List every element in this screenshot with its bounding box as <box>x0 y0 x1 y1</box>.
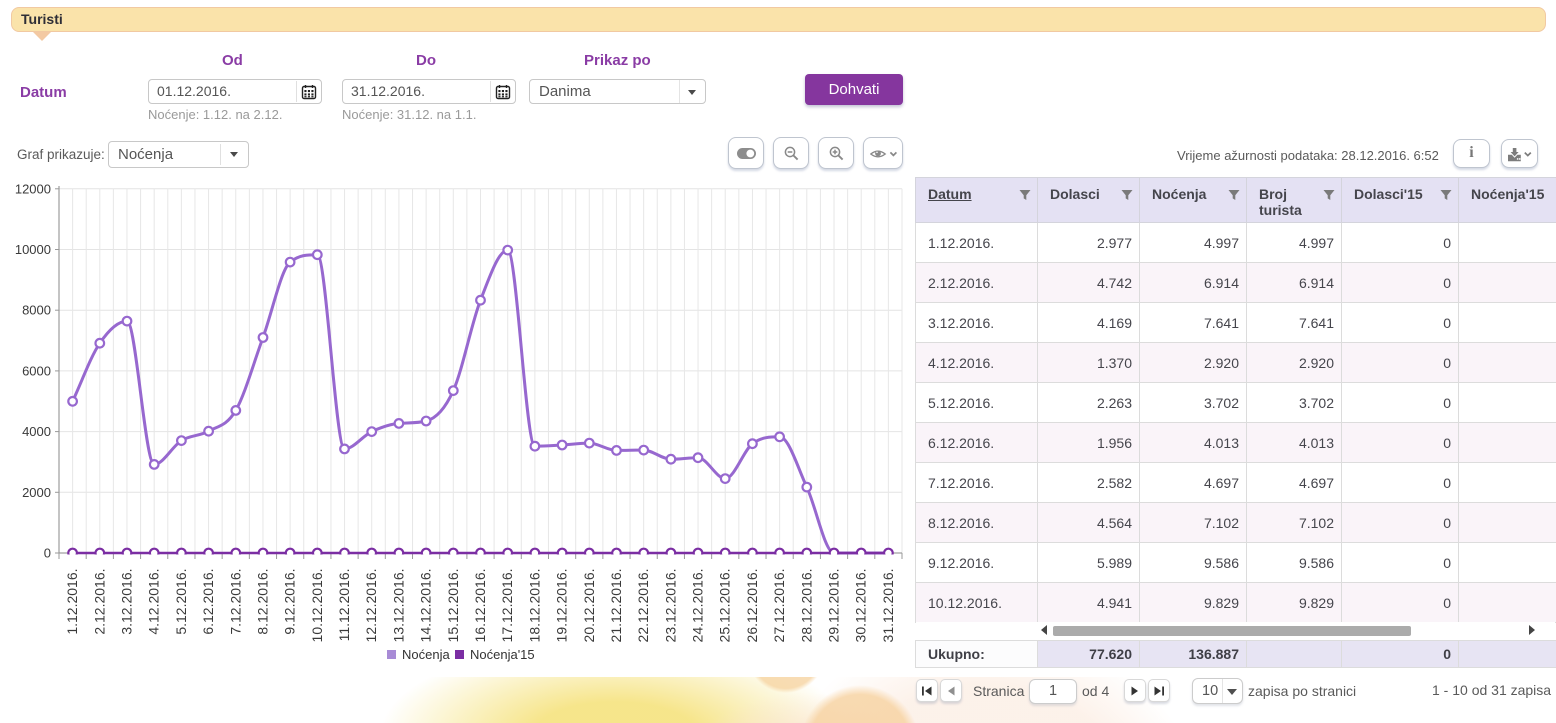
svg-text:12.12.2016.: 12.12.2016. <box>363 569 379 643</box>
svg-text:12000: 12000 <box>15 181 51 196</box>
svg-text:16.12.2016.: 16.12.2016. <box>472 569 488 643</box>
svg-text:4.12.2016.: 4.12.2016. <box>146 569 162 635</box>
svg-text:13.12.2016.: 13.12.2016. <box>390 569 406 643</box>
svg-text:10000: 10000 <box>15 242 51 257</box>
svg-text:28.12.2016.: 28.12.2016. <box>798 569 814 643</box>
svg-text:9.12.2016.: 9.12.2016. <box>282 569 298 635</box>
svg-text:15.12.2016.: 15.12.2016. <box>445 569 461 643</box>
svg-text:20.12.2016.: 20.12.2016. <box>581 569 597 643</box>
svg-text:6000: 6000 <box>22 363 51 378</box>
svg-text:31.12.2016.: 31.12.2016. <box>880 569 896 643</box>
svg-text:22.12.2016.: 22.12.2016. <box>635 569 651 643</box>
svg-text:3.12.2016.: 3.12.2016. <box>119 569 135 635</box>
svg-text:30.12.2016.: 30.12.2016. <box>853 569 869 643</box>
svg-text:26.12.2016.: 26.12.2016. <box>744 569 760 643</box>
svg-text:6.12.2016.: 6.12.2016. <box>200 569 216 635</box>
svg-text:8000: 8000 <box>22 303 51 318</box>
svg-text:14.12.2016.: 14.12.2016. <box>418 569 434 643</box>
svg-text:27.12.2016.: 27.12.2016. <box>771 569 787 643</box>
svg-text:8.12.2016.: 8.12.2016. <box>255 569 271 635</box>
svg-text:18.12.2016.: 18.12.2016. <box>526 569 542 643</box>
svg-text:7.12.2016.: 7.12.2016. <box>227 569 243 635</box>
svg-text:Noćenja'15: Noćenja'15 <box>470 647 535 662</box>
svg-text:1.12.2016.: 1.12.2016. <box>64 569 80 635</box>
svg-text:25.12.2016.: 25.12.2016. <box>717 569 733 643</box>
svg-text:Noćenja: Noćenja <box>402 647 450 662</box>
svg-text:4000: 4000 <box>22 424 51 439</box>
svg-text:29.12.2016.: 29.12.2016. <box>826 569 842 643</box>
svg-text:0: 0 <box>44 546 51 561</box>
svg-text:17.12.2016.: 17.12.2016. <box>499 569 515 643</box>
svg-text:19.12.2016.: 19.12.2016. <box>554 569 570 643</box>
svg-text:21.12.2016.: 21.12.2016. <box>608 569 624 643</box>
svg-text:23.12.2016.: 23.12.2016. <box>662 569 678 643</box>
svg-text:5.12.2016.: 5.12.2016. <box>173 569 189 635</box>
svg-text:2.12.2016.: 2.12.2016. <box>91 569 107 635</box>
svg-text:10.12.2016.: 10.12.2016. <box>309 569 325 643</box>
svg-text:11.12.2016.: 11.12.2016. <box>336 569 352 642</box>
svg-text:24.12.2016.: 24.12.2016. <box>690 569 706 643</box>
svg-text:2000: 2000 <box>22 485 51 500</box>
